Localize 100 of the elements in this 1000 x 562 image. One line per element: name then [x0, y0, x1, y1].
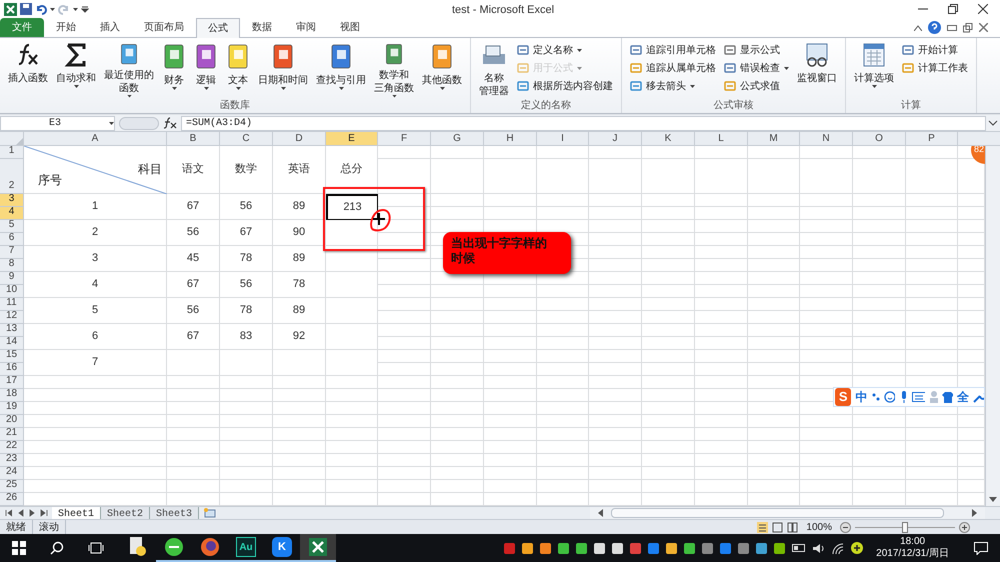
row-header[interactable]: 5	[0, 220, 24, 233]
table-cell[interactable]: 213	[326, 194, 378, 220]
table-cell[interactable]	[220, 454, 273, 467]
table-cell[interactable]	[695, 159, 748, 194]
table-cell[interactable]	[537, 350, 589, 363]
table-cell[interactable]	[537, 311, 589, 324]
table-cell[interactable]	[24, 480, 167, 493]
row-header[interactable]: 7	[0, 246, 24, 259]
table-cell[interactable]	[642, 428, 695, 441]
table-cell[interactable]	[167, 415, 220, 428]
table-cell[interactable]	[589, 402, 642, 415]
table-cell[interactable]	[273, 389, 326, 402]
table-cell[interactable]	[167, 441, 220, 454]
table-cell[interactable]	[642, 207, 695, 220]
table-cell[interactable]	[906, 480, 958, 493]
table-cell[interactable]	[906, 337, 958, 350]
ribbon-button[interactable]: 最近使用的 函数	[100, 38, 158, 98]
table-cell[interactable]	[484, 415, 537, 428]
table-cell[interactable]	[853, 285, 906, 298]
microphone-icon[interactable]	[899, 391, 908, 403]
table-cell[interactable]	[589, 363, 642, 376]
ribbon-small-button[interactable]: 开始计算	[898, 41, 972, 59]
table-cell[interactable]	[748, 194, 800, 207]
table-cell[interactable]	[906, 324, 958, 337]
tray-icon[interactable]	[540, 542, 552, 554]
table-cell[interactable]	[589, 146, 642, 159]
zoom-slider[interactable]	[855, 522, 955, 532]
table-cell[interactable]	[537, 324, 589, 337]
row-header[interactable]: 10	[0, 285, 24, 298]
table-cell[interactable]	[642, 285, 695, 298]
table-cell[interactable]: 56	[220, 194, 273, 220]
table-cell[interactable]	[853, 467, 906, 480]
table-cell[interactable]	[906, 363, 958, 376]
ribbon-tab[interactable]: 页面布局	[132, 18, 196, 37]
row-header[interactable]: 11	[0, 298, 24, 311]
table-cell[interactable]	[800, 246, 853, 259]
tray-icon[interactable]	[756, 542, 768, 554]
table-cell[interactable]	[378, 402, 431, 415]
table-cell[interactable]: 45	[167, 246, 220, 272]
table-cell[interactable]	[642, 402, 695, 415]
table-cell[interactable]	[537, 285, 589, 298]
table-cell[interactable]	[537, 146, 589, 159]
table-cell[interactable]	[748, 272, 800, 285]
table-cell[interactable]	[273, 454, 326, 467]
table-cell[interactable]	[24, 454, 167, 467]
table-cell[interactable]	[589, 159, 642, 194]
table-cell[interactable]	[378, 428, 431, 441]
table-cell[interactable]	[589, 194, 642, 207]
table-cell[interactable]	[24, 428, 167, 441]
task-view-icon[interactable]	[88, 542, 104, 554]
keyboard-icon[interactable]	[912, 392, 926, 402]
table-cell[interactable]	[695, 207, 748, 220]
table-cell[interactable]	[431, 454, 484, 467]
table-cell[interactable]: 89	[273, 194, 326, 220]
table-cell[interactable]	[273, 402, 326, 415]
ribbon-small-button[interactable]: 定义名称	[513, 41, 617, 59]
table-cell[interactable]	[326, 220, 378, 246]
table-cell[interactable]: 数学	[220, 146, 273, 194]
table-cell[interactable]	[695, 194, 748, 207]
table-cell[interactable]	[748, 350, 800, 363]
table-cell[interactable]	[800, 363, 853, 376]
table-cell[interactable]	[748, 467, 800, 480]
table-cell[interactable]	[431, 467, 484, 480]
table-cell[interactable]	[167, 467, 220, 480]
table-cell[interactable]	[695, 146, 748, 159]
table-cell[interactable]	[695, 285, 748, 298]
table-cell[interactable]	[642, 467, 695, 480]
table-cell[interactable]	[906, 441, 958, 454]
table-cell[interactable]	[642, 194, 695, 207]
table-cell[interactable]	[800, 454, 853, 467]
sheet-tab[interactable]: Sheet3	[150, 506, 200, 520]
table-cell[interactable]	[906, 298, 958, 311]
table-cell[interactable]: 78	[273, 272, 326, 298]
table-cell[interactable]	[906, 311, 958, 324]
table-cell[interactable]	[431, 159, 484, 194]
table-cell[interactable]	[378, 272, 431, 285]
table-cell[interactable]	[748, 246, 800, 259]
table-cell[interactable]: 90	[273, 220, 326, 246]
table-cell[interactable]	[642, 146, 695, 159]
help-icon[interactable]	[928, 21, 941, 34]
table-cell[interactable]: 78	[220, 298, 273, 324]
table-cell[interactable]	[273, 415, 326, 428]
table-cell[interactable]	[800, 285, 853, 298]
table-cell[interactable]	[853, 350, 906, 363]
table-cell[interactable]	[748, 311, 800, 324]
table-cell[interactable]	[484, 428, 537, 441]
table-cell[interactable]	[326, 402, 378, 415]
ribbon-tab[interactable]: 插入	[88, 18, 132, 37]
table-cell[interactable]	[748, 159, 800, 194]
table-cell[interactable]	[695, 363, 748, 376]
corner-cell[interactable]: 科目 序号	[24, 146, 167, 194]
tray-icon[interactable]	[774, 542, 786, 554]
tray-icon[interactable]	[612, 542, 624, 554]
tray-icon[interactable]	[522, 542, 534, 554]
table-cell[interactable]: 语文	[167, 146, 220, 194]
ribbon-small-button[interactable]: 追踪引用单元格	[626, 41, 720, 59]
table-cell[interactable]	[589, 376, 642, 389]
clock-time[interactable]: 18:00	[900, 536, 926, 548]
table-cell[interactable]	[484, 311, 537, 324]
ribbon-small-button[interactable]: 错误检查	[720, 59, 793, 77]
